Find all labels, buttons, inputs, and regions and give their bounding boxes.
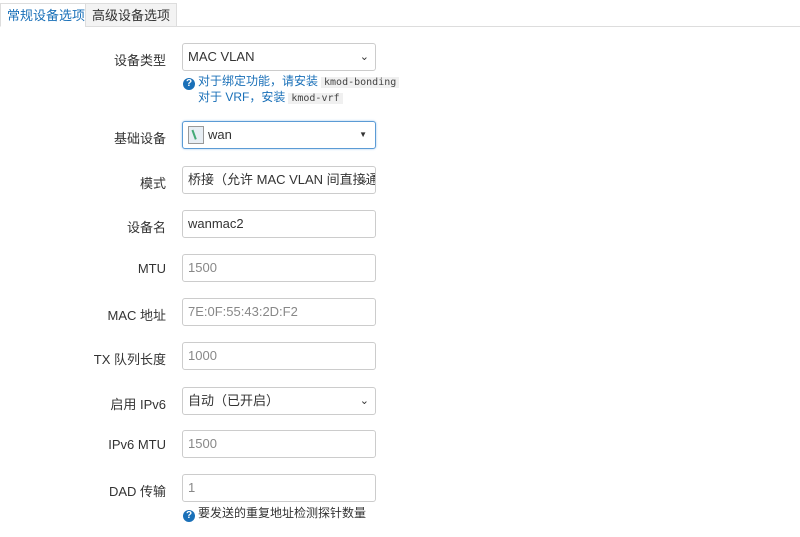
dad-transmits-input[interactable]: 1: [182, 474, 376, 502]
chevron-down-icon: ⌄: [359, 174, 369, 186]
chevron-down-icon: ⌄: [359, 51, 369, 63]
enable-ipv6-select[interactable]: 自动（已开启） ⌄: [182, 387, 376, 415]
base-device-value: wan: [208, 127, 232, 142]
device-name-input[interactable]: wanmac2: [182, 210, 376, 238]
device-type-help: ? 对于绑定功能，请安装 kmod-bonding: [183, 74, 400, 90]
help-bonding-code: kmod-bonding: [321, 77, 400, 88]
chevron-down-icon: ⌄: [359, 395, 369, 407]
base-device-label: 基础设备: [113, 131, 166, 146]
dad-transmits-label: DAD 传输: [108, 484, 166, 499]
tx-queue-length-input[interactable]: 1000: [182, 342, 376, 370]
device-type-select[interactable]: MAC VLAN ⌄: [182, 43, 376, 71]
caret-down-icon: ▼: [359, 130, 367, 139]
ipv6-mtu-input[interactable]: 1500: [182, 430, 376, 458]
question-circle-icon: ?: [183, 510, 195, 522]
device-type-label: 设备类型: [113, 53, 166, 68]
mode-value: 桥接（允许 MAC VLAN 间直接通: [188, 172, 376, 187]
device-type-help-vrf: 对于 VRF，安装 kmod-vrf: [198, 90, 343, 106]
tab-advanced-options[interactable]: 高级设备选项: [85, 3, 178, 27]
base-device-dropdown[interactable]: wan ▼: [182, 121, 376, 149]
mac-address-label: MAC 地址: [107, 308, 166, 323]
device-type-value: MAC VLAN: [188, 49, 255, 64]
help-vrf-code: kmod-vrf: [288, 93, 343, 104]
question-circle-icon: ?: [183, 78, 195, 90]
ethernet-port-icon: [188, 125, 204, 144]
dad-help: ? 要发送的重复地址检测探针数量: [183, 506, 366, 522]
help-bonding-text: 对于绑定功能，请安装: [198, 74, 319, 88]
mode-label: 模式: [139, 176, 166, 191]
enable-ipv6-value: 自动（已开启）: [188, 393, 280, 408]
ipv6-mtu-label: IPv6 MTU: [108, 437, 166, 452]
enable-ipv6-label: 启用 IPv6: [110, 397, 166, 412]
tx-queue-length-label: TX 队列长度: [93, 352, 166, 367]
device-name-label: 设备名: [126, 220, 166, 235]
mode-select[interactable]: 桥接（允许 MAC VLAN 间直接通 ⌄: [182, 166, 376, 194]
mac-address-input[interactable]: 7E:0F:55:43:2D:F2: [182, 298, 376, 326]
dad-help-text: 要发送的重复地址检测探针数量: [198, 506, 367, 520]
mtu-label: MTU: [137, 261, 166, 276]
tab-bar: 常规设备选项 高级设备选项: [0, 0, 800, 27]
tab-general-options[interactable]: 常规设备选项: [0, 3, 93, 27]
mtu-input[interactable]: 1500: [182, 254, 376, 282]
help-vrf-text: 对于 VRF，安装: [198, 90, 286, 104]
